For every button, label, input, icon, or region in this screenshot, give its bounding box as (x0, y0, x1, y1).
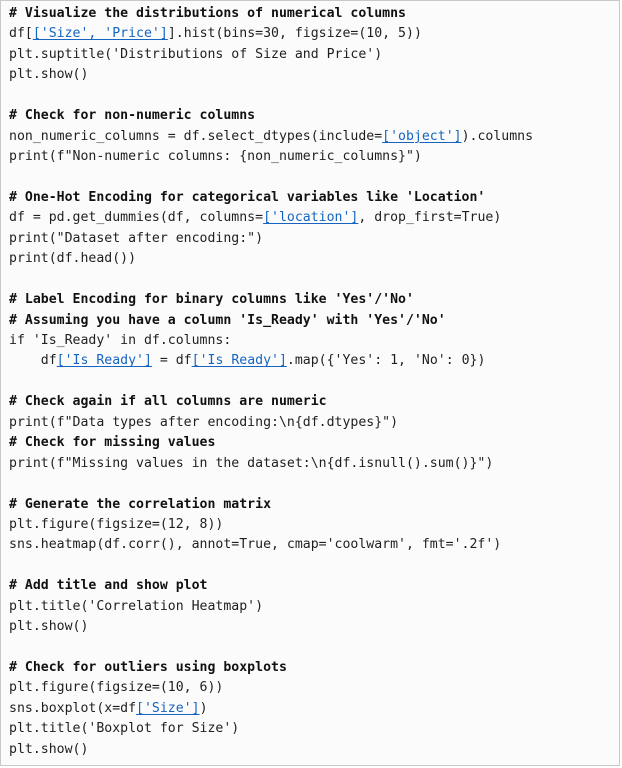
code-text: plt.show() (9, 67, 89, 83)
code-text: plt.figure(figsize=(12, 8)) (9, 516, 224, 532)
code-text: df (9, 353, 57, 369)
code-link[interactable]: ['Size'] (136, 701, 200, 716)
code-text: if 'Is_Ready' in df.columns: (9, 333, 232, 348)
code-line: plt.figure(figsize=(10, 6)) (9, 678, 619, 698)
code-line: non_numeric_columns = df.select_dtypes(i… (9, 127, 619, 147)
code-line: plt.show() (9, 65, 619, 85)
code-text: sns.heatmap(df.corr(), annot=True, cmap=… (9, 537, 502, 553)
code-text: ].hist(bins=30, figsize=(10, 5)) (167, 26, 422, 42)
code-text: plt.show() (9, 619, 89, 635)
code-line: # Check for missing values (9, 433, 619, 453)
code-line: plt.show() (9, 617, 619, 637)
code-line: # Check again if all columns are numeric (9, 392, 619, 412)
code-text: plt.show() (9, 741, 89, 757)
code-block: # Visualize the distributions of numeric… (0, 0, 620, 766)
code-link[interactable]: ['Is_Ready'] (57, 353, 152, 368)
code-text: plt.title('Correlation Heatmap') (9, 598, 264, 614)
code-comment: # Check for missing values (9, 435, 216, 451)
code-comment: # Check for outliers using boxplots (9, 660, 287, 675)
code-comment: # Add title and show plot (9, 578, 208, 594)
code-line: print(f"Non-numeric columns: {non_numeri… (9, 147, 619, 167)
code-link[interactable]: ['Size', 'Price'] (33, 26, 168, 41)
code-text: ).columns (461, 128, 534, 144)
code-line: plt.suptitle('Distributions of Size and … (9, 45, 619, 65)
code-text: = df (151, 353, 192, 369)
code-line: # Assuming you have a column 'Is_Ready' … (9, 311, 619, 331)
code-text: .map({'Yes': 1, 'No': 0}) (286, 353, 486, 369)
code-line: print(df.head()) (9, 249, 619, 269)
code-line: # Label Encoding for binary columns like… (9, 290, 619, 310)
code-comment: # Generate the correlation matrix (9, 496, 272, 512)
code-text: print(f"Data types after encoding:\n{df.… (9, 414, 399, 430)
code-line: df = pd.get_dummies(df, columns=['locati… (9, 208, 619, 228)
code-text: sns.boxplot(x=df (9, 700, 137, 716)
code-text: plt.figure(figsize=(10, 6)) (9, 680, 224, 696)
code-line: df['Is_Ready'] = df['Is_Ready'].map({'Ye… (9, 351, 619, 371)
code-line: sns.boxplot(x=df['Size']) (9, 699, 619, 719)
code-link[interactable]: ['object'] (382, 129, 461, 144)
code-line: print(f"Data types after encoding:\n{df.… (9, 413, 619, 433)
code-line: sns.heatmap(df.corr(), annot=True, cmap=… (9, 535, 619, 555)
code-link[interactable]: ['Is_Ready'] (192, 353, 287, 368)
code-text: , drop_first=True) (358, 210, 502, 226)
code-text: ) (199, 700, 208, 716)
code-line: # Add title and show plot (9, 576, 619, 596)
code-line: print(f"Missing values in the dataset:\n… (9, 454, 619, 474)
code-text: print(f"Non-numeric columns: {non_numeri… (9, 149, 422, 165)
code-line: plt.show() (9, 740, 619, 760)
code-link[interactable]: ['location'] (263, 210, 358, 225)
code-line: plt.title('Correlation Heatmap') (9, 597, 619, 617)
code-comment: # Check for non-numeric columns (9, 108, 256, 124)
code-line: # Generate the correlation matrix (9, 495, 619, 515)
code-line: plt.title('Boxplot for Size') (9, 719, 619, 739)
code-comment: # One-Hot Encoding for categorical varia… (9, 189, 486, 205)
code-text: print(df.head()) (9, 251, 137, 267)
code-line: # Check for non-numeric columns (9, 106, 619, 126)
code-comment: # Check again if all columns are numeric (9, 394, 327, 410)
code-line: print("Dataset after encoding:") (9, 229, 619, 249)
code-line: # One-Hot Encoding for categorical varia… (9, 188, 619, 208)
code-comment: # Label Encoding for binary columns like… (9, 292, 414, 308)
code-text: plt.suptitle('Distributions of Size and … (9, 46, 383, 62)
code-text: non_numeric_columns = df.select_dtypes(i… (9, 128, 383, 144)
code-text: print(f"Missing values in the dataset:\n… (9, 455, 494, 471)
code-comment: # Visualize the distributions of numeric… (9, 6, 406, 21)
code-text: plt.title('Boxplot for Size') (9, 721, 240, 737)
code-text: print("Dataset after encoding:") (9, 230, 264, 246)
code-line: if 'Is_Ready' in df.columns: (9, 331, 619, 351)
code-line: # Visualize the distributions of numeric… (9, 4, 619, 24)
code-line: # Check for outliers using boxplots (9, 658, 619, 678)
code-line: df[['Size', 'Price']].hist(bins=30, figs… (9, 24, 619, 44)
code-line: plt.figure(figsize=(12, 8)) (9, 515, 619, 535)
code-text: df[ (9, 26, 33, 42)
code-text: df = pd.get_dummies(df, columns= (9, 210, 264, 226)
code-comment: # Assuming you have a column 'Is_Ready' … (9, 312, 446, 328)
